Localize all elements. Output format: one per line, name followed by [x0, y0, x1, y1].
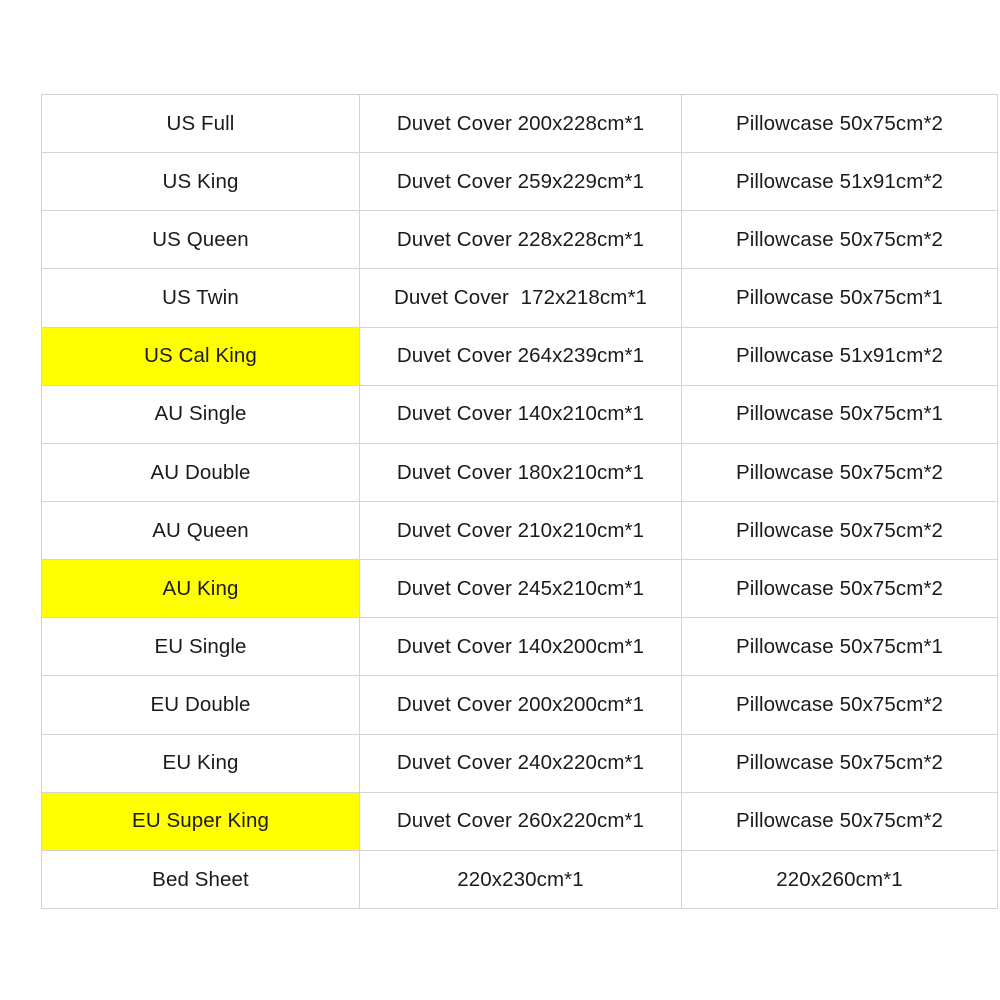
- cell-duvet-cover: 220x230cm*1: [359, 849, 682, 910]
- cell-pillowcase: Pillowcase 51x91cm*2: [681, 326, 998, 386]
- cell-pillowcase: Pillowcase 50x75cm*1: [681, 268, 998, 328]
- cell-bed-size: EU King: [41, 733, 360, 793]
- cell-duvet-cover: Duvet Cover 240x220cm*1: [359, 733, 682, 793]
- cell-pillowcase: Pillowcase 50x75cm*1: [681, 384, 998, 444]
- cell-bed-size: Bed Sheet: [41, 849, 360, 910]
- cell-bed-size: US Queen: [41, 210, 360, 270]
- cell-duvet-cover: Duvet Cover 259x229cm*1: [359, 152, 682, 212]
- table-row: US Queen Duvet Cover 228x228cm*1 Pillowcas…: [41, 210, 998, 270]
- table-row: AU King Duvet Cover 245x210cm*1 Pillowcase…: [41, 559, 998, 619]
- table-row: EU King Duvet Cover 240x220cm*1 Pillowcase…: [41, 733, 998, 793]
- size-chart-container: US Full Duvet Cover 200x228cm*1 Pillowcase…: [41, 93, 998, 910]
- cell-pillowcase: Pillowcase 50x75cm*2: [681, 442, 998, 502]
- page-root: US Full Duvet Cover 200x228cm*1 Pillowcase…: [0, 0, 1000, 1000]
- table-row: EU Double Duvet Cover 200x200cm*1 Pillowca…: [41, 675, 998, 735]
- table-row: AU Single Duvet Cover 140x210cm*1 Pillowca…: [41, 384, 998, 444]
- table-row: Bed Sheet 220x230cm*1 220x260cm*1: [41, 849, 998, 910]
- cell-duvet-cover: Duvet Cover 210x210cm*1: [359, 500, 682, 561]
- cell-pillowcase: Pillowcase 50x75cm*2: [681, 210, 998, 270]
- cell-bed-size-highlighted: EU Super King: [41, 791, 360, 851]
- cell-duvet-cover: Duvet Cover 228x228cm*1: [359, 210, 682, 270]
- table-row: US Twin Duvet Cover 172x218cm*1 Pillowcase…: [41, 268, 998, 328]
- cell-pillowcase: Pillowcase 50x75cm*2: [681, 675, 998, 735]
- size-table-body: US Full Duvet Cover 200x228cm*1 Pillowcase…: [41, 93, 998, 910]
- cell-duvet-cover: Duvet Cover 260x220cm*1: [359, 791, 682, 851]
- cell-duvet-cover: Duvet Cover 140x200cm*1: [359, 617, 682, 677]
- cell-pillowcase: Pillowcase 50x75cm*2: [681, 500, 998, 561]
- table-row: EU Single Duvet Cover 140x200cm*1 Pillowca…: [41, 617, 998, 677]
- cell-duvet-cover: Duvet Cover 140x210cm*1: [359, 384, 682, 444]
- cell-duvet-cover: Duvet Cover 245x210cm*1: [359, 559, 682, 619]
- cell-bed-size: US King: [41, 152, 360, 212]
- table-row: US Full Duvet Cover 200x228cm*1 Pillowcase…: [41, 93, 998, 154]
- cell-bed-size: US Twin: [41, 268, 360, 328]
- cell-duvet-cover: Duvet Cover 200x200cm*1: [359, 675, 682, 735]
- cell-bed-size: AU Double: [41, 442, 360, 502]
- cell-bed-size-highlighted: AU King: [41, 559, 360, 619]
- bedding-size-table: US Full Duvet Cover 200x228cm*1 Pillowcase…: [41, 93, 998, 910]
- cell-bed-size: US Full: [41, 93, 360, 154]
- cell-bed-size: EU Double: [41, 675, 360, 735]
- cell-duvet-cover: Duvet Cover 200x228cm*1: [359, 93, 682, 154]
- cell-pillowcase: Pillowcase 50x75cm*2: [681, 733, 998, 793]
- table-row: AU Queen Duvet Cover 210x210cm*1 Pillowcas…: [41, 500, 998, 561]
- cell-pillowcase: Pillowcase 50x75cm*2: [681, 791, 998, 851]
- table-row: US King Duvet Cover 259x229cm*1 Pillowcase…: [41, 152, 998, 212]
- cell-pillowcase: Pillowcase 50x75cm*1: [681, 617, 998, 677]
- cell-duvet-cover: Duvet Cover 180x210cm*1: [359, 442, 682, 502]
- cell-pillowcase: Pillowcase 50x75cm*2: [681, 93, 998, 154]
- cell-pillowcase: Pillowcase 51x91cm*2: [681, 152, 998, 212]
- cell-bed-size-highlighted: US Cal King: [41, 326, 360, 386]
- cell-duvet-cover: Duvet Cover 264x239cm*1: [359, 326, 682, 386]
- cell-bed-size: AU Single: [41, 384, 360, 444]
- cell-bed-size: EU Single: [41, 617, 360, 677]
- table-row: AU Double Duvet Cover 180x210cm*1 Pillowca…: [41, 442, 998, 502]
- table-row: US Cal King Duvet Cover 264x239cm*1 Pillow…: [41, 326, 998, 386]
- cell-bed-size: AU Queen: [41, 500, 360, 561]
- table-row: EU Super King Duvet Cover 260x220cm*1 Pill…: [41, 791, 998, 851]
- cell-pillowcase: 220x260cm*1: [681, 849, 998, 910]
- cell-duvet-cover: Duvet Cover 172x218cm*1: [359, 268, 682, 328]
- cell-pillowcase: Pillowcase 50x75cm*2: [681, 559, 998, 619]
